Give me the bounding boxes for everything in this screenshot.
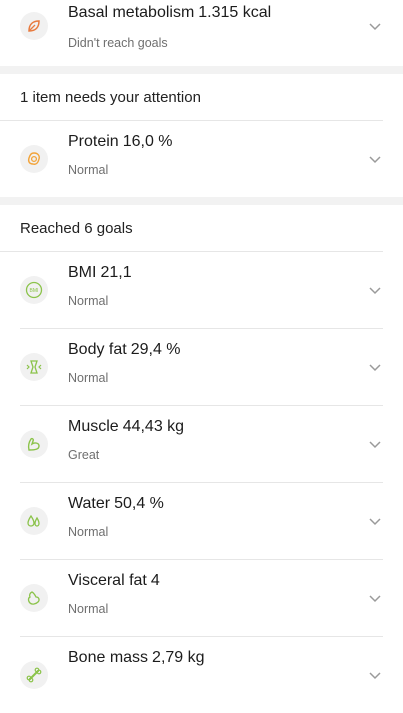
metric-value: 50,4 %	[114, 495, 164, 512]
body-fat-icon	[20, 353, 48, 381]
metric-row-basal-metabolism[interactable]: Basal metabolism 1.315 kcal Didn't reach …	[20, 0, 383, 66]
goals-section: Reached 6 goals BMI BMI 21,1 Normal Body …	[0, 205, 403, 713]
section-title: 1 item needs your attention	[0, 74, 383, 121]
attention-section: 1 item needs your attention Protein 16,0 …	[0, 74, 403, 197]
bmi-icon-label: BMI	[30, 288, 39, 294]
chevron-down-icon[interactable]	[367, 282, 383, 298]
chevron-down-icon[interactable]	[367, 436, 383, 452]
metric-text: Bone mass 2,79 kg	[68, 649, 205, 679]
metric-name: BMI	[68, 264, 97, 281]
section-divider	[0, 66, 403, 74]
chevron-down-icon[interactable]	[367, 590, 383, 606]
metric-value: 16,0 %	[122, 133, 173, 150]
muscle-arm-icon	[20, 430, 48, 458]
metric-name: Water	[68, 495, 111, 512]
water-drops-icon	[20, 507, 48, 535]
metric-name: Basal metabolism	[68, 4, 195, 21]
metric-value: 21,1	[100, 264, 132, 281]
leaf-icon	[20, 12, 48, 40]
metric-status: Normal	[68, 371, 109, 385]
metric-status: Normal	[68, 602, 109, 616]
metric-text: Body fat 29,4 % Normal	[68, 341, 181, 385]
metric-text: Basal metabolism 1.315 kcal Didn't reach …	[68, 4, 271, 50]
visceral-fat-icon	[20, 584, 48, 612]
bmi-icon: BMI	[20, 276, 48, 304]
metric-value: 4	[150, 572, 160, 589]
metric-row-body-fat[interactable]: Body fat 29,4 % Normal	[20, 329, 383, 406]
metric-status: Normal	[68, 525, 109, 539]
chevron-down-icon[interactable]	[367, 151, 383, 167]
metric-row-bmi[interactable]: BMI BMI 21,1 Normal	[20, 252, 383, 329]
metric-status: Great	[68, 448, 100, 462]
section-divider	[0, 197, 403, 205]
metric-name: Visceral fat	[68, 572, 147, 589]
egg-icon	[20, 145, 48, 173]
metric-row-protein[interactable]: Protein 16,0 % Normal	[20, 121, 383, 197]
metric-row-water[interactable]: Water 50,4 % Normal	[20, 483, 383, 560]
chevron-down-icon[interactable]	[367, 513, 383, 529]
metric-text: Protein 16,0 % Normal	[68, 133, 173, 177]
section-title: Reached 6 goals	[0, 205, 383, 252]
chevron-down-icon[interactable]	[367, 667, 383, 683]
metric-row-bone-mass[interactable]: Bone mass 2,79 kg	[20, 637, 383, 713]
metric-status: Normal	[68, 163, 109, 177]
metric-status: Didn't reach goals	[68, 36, 168, 50]
metric-value: 1.315 kcal	[198, 4, 272, 21]
metric-value: 44,43 kg	[122, 418, 185, 435]
chevron-down-icon[interactable]	[367, 359, 383, 375]
metric-name: Muscle	[68, 418, 119, 435]
metric-status: Normal	[68, 294, 109, 308]
metric-name: Bone mass	[68, 649, 149, 666]
metric-value: 29,4 %	[130, 341, 181, 358]
metric-text: Muscle 44,43 kg Great	[68, 418, 184, 462]
metric-name: Protein	[68, 133, 119, 150]
metric-value: 2,79 kg	[152, 649, 205, 666]
metric-name: Body fat	[68, 341, 127, 358]
metric-text: Water 50,4 % Normal	[68, 495, 164, 539]
bone-icon	[20, 661, 48, 689]
metric-row-visceral-fat[interactable]: Visceral fat 4 Normal	[20, 560, 383, 637]
metric-row-muscle[interactable]: Muscle 44,43 kg Great	[20, 406, 383, 483]
metric-text: Visceral fat 4 Normal	[68, 572, 160, 616]
chevron-down-icon[interactable]	[367, 18, 383, 34]
metric-text: BMI 21,1 Normal	[68, 264, 132, 308]
